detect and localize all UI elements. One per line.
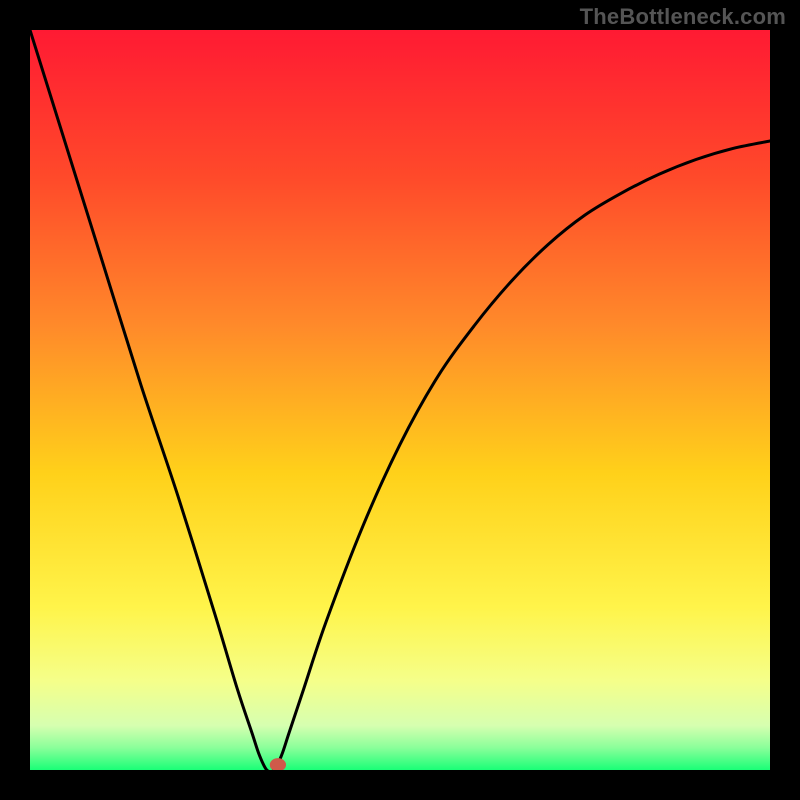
chart-plot-area: [30, 30, 770, 770]
chart-frame: TheBottleneck.com: [0, 0, 800, 800]
chart-svg: [30, 30, 770, 770]
chart-background: [30, 30, 770, 770]
watermark-text: TheBottleneck.com: [580, 4, 786, 30]
